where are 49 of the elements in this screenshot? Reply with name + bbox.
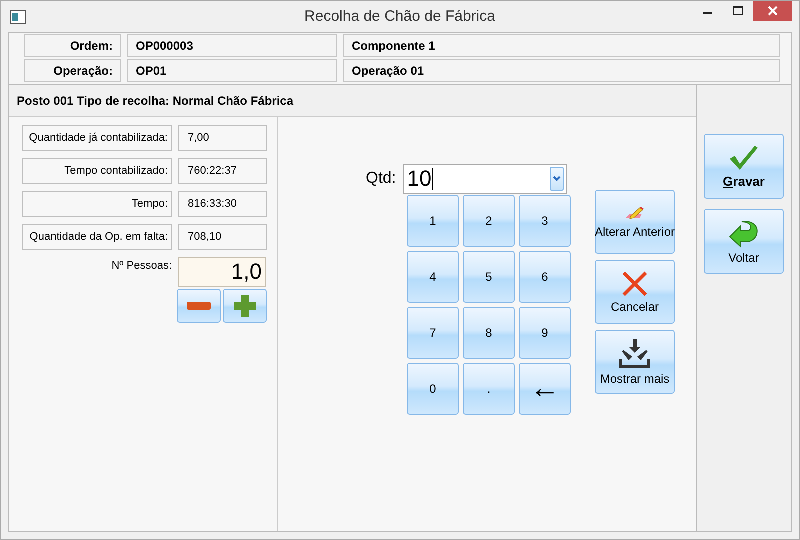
plus-button[interactable] [223, 289, 267, 323]
number-key[interactable]: 6 [519, 251, 571, 303]
info-label: Tempo contabilizado: [22, 158, 172, 184]
back-button[interactable]: Voltar [704, 209, 784, 274]
field-description: Componente 1 [343, 34, 780, 57]
number-key[interactable]: 9 [519, 307, 571, 359]
field-value: OP01 [127, 59, 337, 82]
save-button[interactable]: Gravar [704, 134, 784, 199]
close-button[interactable] [753, 1, 792, 21]
info-value: 760:22:37 [178, 158, 267, 184]
cancel-button[interactable]: Cancelar [595, 260, 675, 324]
plus-icon [234, 295, 256, 317]
number-key[interactable]: 5 [463, 251, 515, 303]
field-value: OP000003 [127, 34, 337, 57]
number-key[interactable]: 0 [407, 363, 459, 415]
number-key[interactable]: . [463, 363, 515, 415]
curved-arrow-icon [728, 218, 760, 248]
quantity-label: Qtd: [366, 170, 396, 188]
info-label: Quantidade já contabilizada: [22, 125, 172, 151]
info-value: 816:33:30 [178, 191, 267, 217]
number-key[interactable]: 7 [407, 307, 459, 359]
number-key[interactable]: 4 [407, 251, 459, 303]
info-value: 7,00 [178, 125, 267, 151]
cross-icon [622, 270, 648, 296]
quantity-field[interactable]: 10 [403, 164, 568, 194]
info-value: 708,10 [178, 224, 267, 250]
people-field[interactable]: 1,0 [178, 257, 266, 287]
number-key[interactable]: 2 [463, 195, 515, 247]
download-tray-icon [619, 338, 651, 368]
number-key[interactable]: 8 [463, 307, 515, 359]
pencil-icon [625, 206, 645, 222]
number-key[interactable]: 1 [407, 195, 459, 247]
number-key[interactable]: 3 [519, 195, 571, 247]
minus-button[interactable] [177, 289, 221, 323]
field-label: Operação: [24, 59, 121, 82]
backspace-key[interactable]: ← [519, 363, 571, 415]
people-label: Nº Pessoas: [110, 259, 172, 274]
minus-icon [187, 302, 211, 310]
chevron-down-icon [553, 176, 562, 182]
info-label: Quantidade da Op. em falta: [22, 224, 172, 250]
edit-button[interactable]: Alterar Anterior [595, 190, 675, 254]
field-description: Operação 01 [343, 59, 780, 82]
close-icon [768, 6, 778, 16]
checkmark-icon [729, 144, 759, 170]
info-label: Tempo: [22, 191, 172, 217]
field-label: Ordem: [24, 34, 121, 57]
window-title: Recolha de Chão de Fábrica [304, 8, 496, 25]
more-button[interactable]: Mostrar mais [595, 330, 675, 394]
app-icon [10, 10, 26, 24]
